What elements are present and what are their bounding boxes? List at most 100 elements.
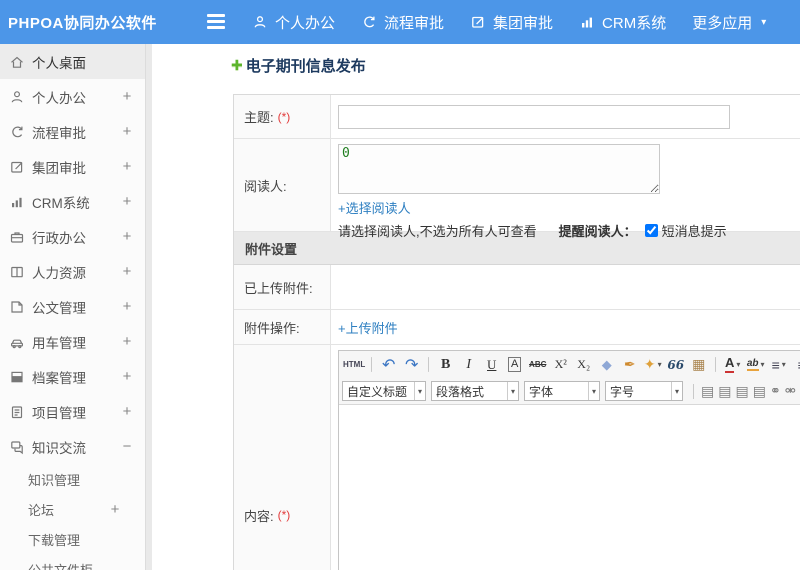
remind-readers-label: 提醒阅读人： (558, 224, 637, 239)
archive-icon (9, 369, 25, 385)
required-mark: (*) (277, 109, 291, 124)
expand-plus-icon[interactable]: + (121, 158, 133, 175)
top-navigation: 个人办公 流程审批 集团审批 CRM系统 更多应用 ▾ (252, 0, 766, 44)
format-brush-icon[interactable]: ✒ (619, 354, 640, 375)
insert-link-icon[interactable]: ⚭ (770, 383, 781, 399)
sidebar-item-group-approval[interactable]: 集团审批 + (0, 149, 145, 184)
editor-toolbar-row1: HTML ↶ ↷ B I U A ABC X² X₂ ◆ ✒ ✦ ▾ 66 ▦ … (339, 351, 800, 378)
expand-plus-icon[interactable]: + (121, 228, 133, 245)
subscript-icon[interactable]: X₂ (573, 354, 594, 375)
expand-plus-icon[interactable]: + (121, 88, 133, 105)
font-style-icon[interactable]: A (504, 354, 525, 375)
person-icon (9, 89, 25, 105)
subject-input[interactable] (338, 104, 730, 129)
edit-icon (9, 159, 25, 175)
readers-textarea[interactable]: 0 (338, 144, 660, 194)
sidebar-item-workflow-approval[interactable]: 流程审批 + (0, 114, 145, 149)
unordered-list-icon[interactable]: ≡ (791, 354, 800, 375)
font-size-select[interactable]: 字号 ▾ (605, 381, 683, 401)
content-label: 内容: (244, 508, 274, 524)
sidebar-item-admin-office[interactable]: 行政办公 + (0, 219, 145, 254)
chevron-down-icon: ▾ (413, 382, 425, 400)
sms-notify-checkbox[interactable] (644, 224, 658, 237)
align-center-icon[interactable]: ▤ (718, 383, 731, 400)
font-color-icon[interactable]: A ▾ (722, 354, 743, 375)
cycle-icon (361, 14, 377, 30)
chat-icon (9, 439, 25, 455)
sidebar-item-archives-management[interactable]: 档案管理 + (0, 359, 145, 394)
expand-plus-icon[interactable]: + (121, 123, 133, 140)
expand-plus-icon[interactable]: + (109, 501, 121, 518)
sidebar: 个人桌面 个人办公 + 流程审批 + 集团审批 + CRM系统 + 行政办公 +… (0, 44, 146, 570)
chart-icon (9, 194, 25, 210)
blockquote-icon[interactable]: 66 (665, 354, 686, 375)
collapse-minus-icon[interactable]: − (121, 438, 133, 455)
eraser-icon[interactable]: ◆ (596, 354, 617, 375)
remove-link-icon[interactable]: ⚮ (785, 383, 796, 399)
html-source-button[interactable]: HTML (343, 354, 365, 375)
bold-icon[interactable]: B (435, 354, 456, 375)
uploaded-attachments-label: 已上传附件: (244, 280, 313, 296)
font-family-select[interactable]: 字体 ▾ (524, 381, 600, 401)
subject-row: 主题: (*) (234, 95, 800, 139)
sidebar-item-human-resources[interactable]: 人力资源 + (0, 254, 145, 289)
expand-plus-icon[interactable]: + (121, 368, 133, 385)
choose-readers-link[interactable]: +选择阅读人 (338, 198, 411, 217)
expand-plus-icon[interactable]: + (121, 193, 133, 210)
cycle-icon (9, 124, 25, 140)
attachment-ops-label: 附件操作: (244, 320, 300, 336)
content-row: 内容: (*) HTML ↶ ↷ B I U A ABC X² X₂ ◆ ✒ ✦… (234, 345, 800, 570)
home-icon (9, 54, 25, 70)
align-right-icon[interactable]: ▤ (735, 383, 748, 400)
align-left-icon[interactable]: ▤ (701, 383, 714, 400)
ordered-list-icon[interactable]: ≡ ▾ (768, 354, 789, 375)
sidebar-subitem-knowledge-management[interactable]: 知识管理 (0, 464, 145, 494)
sidebar-subitem-download-management[interactable]: 下载管理 (0, 524, 145, 554)
edit-icon (470, 14, 486, 30)
sidebar-item-knowledge-exchange[interactable]: 知识交流 − (0, 429, 145, 464)
sidebar-item-crm-system[interactable]: CRM系统 + (0, 184, 145, 219)
expand-plus-icon[interactable]: + (121, 333, 133, 350)
editor-content-area[interactable] (339, 405, 800, 570)
chart-icon (579, 14, 595, 30)
align-justify-icon[interactable]: ▤ (753, 383, 766, 400)
toolbar-row2-selects: 自定义标题 ▾ 段落格式 ▾ 字体 ▾ 字号 ▾ (342, 381, 688, 401)
expand-plus-icon[interactable]: + (121, 403, 133, 420)
chevron-down-icon: ▾ (670, 382, 682, 400)
document-icon (9, 299, 25, 315)
expand-plus-icon[interactable]: + (121, 263, 133, 280)
book-icon (9, 264, 25, 280)
sidebar-subitem-forum[interactable]: 论坛 + (0, 494, 145, 524)
topnav-group-approval[interactable]: 集团审批 (470, 12, 553, 33)
custom-title-select[interactable]: 自定义标题 ▾ (342, 381, 426, 401)
sidebar-item-personal-office[interactable]: 个人办公 + (0, 79, 145, 114)
subject-label: 主题: (244, 110, 274, 125)
menu-toggle-icon[interactable] (207, 14, 229, 32)
sidebar-subitem-public-file-cabinet[interactable]: 公共文件柜 (0, 554, 145, 570)
sidebar-item-personal-desktop[interactable]: 个人桌面 (0, 44, 145, 79)
app-logo[interactable]: PHPOA协同办公软件 (8, 0, 157, 44)
italic-icon[interactable]: I (458, 354, 479, 375)
sidebar-item-official-documents[interactable]: 公文管理 + (0, 289, 145, 324)
redo-icon[interactable]: ↷ (401, 354, 422, 375)
undo-icon[interactable]: ↶ (378, 354, 399, 375)
expand-plus-icon[interactable]: + (121, 298, 133, 315)
underline-icon[interactable]: U (481, 354, 502, 375)
topnav-workflow-approval[interactable]: 流程审批 (361, 12, 444, 33)
magic-wand-icon[interactable]: ✦ ▾ (642, 354, 663, 375)
sidebar-item-project-management[interactable]: 项目管理 + (0, 394, 145, 429)
strikethrough-icon[interactable]: ABC (527, 354, 548, 375)
readers-row: 阅读人: 0 +选择阅读人 请选择阅读人,不选为所有人可查看 提醒阅读人： 短消… (234, 139, 800, 239)
topnav-crm-system[interactable]: CRM系统 (579, 12, 666, 33)
paste-icon[interactable]: ▦ (688, 354, 709, 375)
readers-label: 阅读人: (244, 178, 287, 194)
superscript-icon[interactable]: X² (550, 354, 571, 375)
sidebar-item-vehicle-management[interactable]: 用车管理 + (0, 324, 145, 359)
highlight-icon[interactable]: ab ▾ (745, 354, 766, 375)
paragraph-format-select[interactable]: 段落格式 ▾ (431, 381, 519, 401)
topnav-more-apps[interactable]: 更多应用 ▾ (692, 12, 766, 33)
attachment-ops-row: 附件操作: +上传附件 (234, 310, 800, 345)
topnav-personal-office[interactable]: 个人办公 (252, 12, 335, 33)
upload-attachment-link[interactable]: +上传附件 (338, 318, 398, 337)
chevron-down-icon: ▾ (587, 382, 599, 400)
